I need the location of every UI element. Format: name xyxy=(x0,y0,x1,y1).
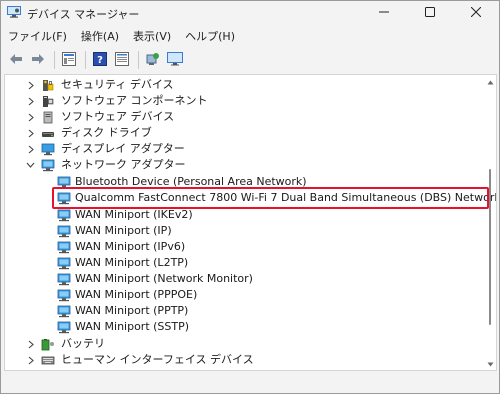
back-button[interactable] xyxy=(6,50,26,70)
tree-node-software-devices[interactable]: ソフトウェア デバイス xyxy=(5,109,483,125)
chevron-right-icon[interactable] xyxy=(26,113,35,122)
disk-drive-icon xyxy=(41,127,55,140)
properties-icon xyxy=(62,51,76,69)
minimize-button[interactable] xyxy=(361,1,407,25)
network-adapter-label: WAN Miniport (Network Monitor) xyxy=(75,272,253,285)
tree-node-label: ヒューマン インターフェイス デバイス xyxy=(61,353,254,366)
tree-node-hid[interactable]: ヒューマン インターフェイス デバイス xyxy=(5,352,483,368)
software-device-icon xyxy=(41,111,55,124)
back-arrow-icon xyxy=(9,53,23,68)
scroll-up-icon[interactable] xyxy=(486,78,494,86)
network-adapter-icon xyxy=(57,209,71,222)
network-adapter-label: WAN Miniport (IKEv2) xyxy=(75,208,193,221)
tree-node-label: ディスプレイ アダプター xyxy=(61,142,185,155)
maximize-button[interactable] xyxy=(407,1,453,25)
toolbar: ? xyxy=(1,48,499,72)
network-adapter-item[interactable]: WAN Miniport (Network Monitor) xyxy=(5,271,483,287)
toolbar-separator xyxy=(85,51,86,69)
display-adapter-icon xyxy=(41,143,55,156)
tree-node-label: ソフトウェア コンポーネント xyxy=(61,94,208,107)
network-adapter-label: WAN Miniport (PPTP) xyxy=(75,304,189,317)
close-button[interactable] xyxy=(453,1,499,25)
network-adapter-item[interactable]: WAN Miniport (SSTP) xyxy=(5,319,483,335)
network-adapter-label: WAN Miniport (IPv6) xyxy=(75,240,186,253)
device-list-icon xyxy=(115,51,129,69)
tree-node-label: ネットワーク アダプター xyxy=(61,158,186,171)
network-adapter-icon xyxy=(57,321,71,334)
scan-hardware-button[interactable] xyxy=(143,50,163,70)
menu-bar: ファイル(F) 操作(A) 表示(V) ヘルプ(H) xyxy=(1,28,242,46)
network-adapter-item[interactable]: WAN Miniport (IKEv2) xyxy=(5,207,483,223)
monitor-icon xyxy=(167,51,183,69)
vertical-scrollbar[interactable] xyxy=(484,75,496,370)
network-adapter-label: WAN Miniport (L2TP) xyxy=(75,256,189,269)
network-adapter-item[interactable]: WAN Miniport (IPv6) xyxy=(5,239,483,255)
network-adapter-icon xyxy=(57,241,71,254)
battery-icon xyxy=(41,338,55,351)
menu-action[interactable]: 操作(A) xyxy=(74,28,126,46)
chevron-right-icon[interactable] xyxy=(26,81,35,90)
hid-icon xyxy=(41,354,55,367)
monitor-button[interactable] xyxy=(165,50,185,70)
tree-node-label: ソフトウェア デバイス xyxy=(61,110,175,123)
device-manager-window: デバイス マネージャー ファイル(F) 操作(A) 表示(V) ヘルプ(H) ?… xyxy=(0,0,500,394)
help-icon: ? xyxy=(93,51,107,69)
network-adapter-label: WAN Miniport (IP) xyxy=(75,224,172,237)
menu-view[interactable]: 表示(V) xyxy=(126,28,178,46)
chevron-right-icon[interactable] xyxy=(26,97,35,106)
forward-arrow-icon xyxy=(31,53,45,68)
tree-node-display-adapters[interactable]: ディスプレイ アダプター xyxy=(5,141,483,157)
network-adapter-item[interactable]: WAN Miniport (PPPOE) xyxy=(5,287,483,303)
scan-hardware-icon xyxy=(146,52,160,69)
toolbar-separator xyxy=(54,51,55,69)
network-adapter-icon xyxy=(57,257,71,270)
chevron-right-icon[interactable] xyxy=(26,145,35,154)
minimize-icon xyxy=(379,7,389,20)
menu-file[interactable]: ファイル(F) xyxy=(1,28,74,46)
maximize-icon xyxy=(425,6,435,20)
chevron-down-icon[interactable] xyxy=(26,161,35,170)
network-adapter-item[interactable]: WAN Miniport (L2TP) xyxy=(5,255,483,271)
chevron-right-icon[interactable] xyxy=(26,356,35,365)
network-adapter-label: WAN Miniport (SSTP) xyxy=(75,320,190,333)
tree-node-label: バッテリ xyxy=(61,337,105,350)
network-adapter-item[interactable]: WAN Miniport (PPTP) xyxy=(5,303,483,319)
highlight-annotation-box xyxy=(52,187,489,209)
help-button[interactable]: ? xyxy=(90,50,110,70)
tree-node-network-adapters[interactable]: ネットワーク アダプター xyxy=(5,157,483,173)
device-list-button[interactable] xyxy=(112,50,132,70)
toolbar-separator xyxy=(138,51,139,69)
scroll-down-icon[interactable] xyxy=(486,360,494,368)
network-adapter-icon xyxy=(57,305,71,318)
security-device-icon xyxy=(41,79,55,92)
tree-node-disk-drives[interactable]: ディスク ドライブ xyxy=(5,125,483,141)
tree-node-security-devices[interactable]: セキュリティ デバイス xyxy=(5,77,483,93)
tree-node-batteries[interactable]: バッテリ xyxy=(5,336,483,352)
window-title: デバイス マネージャー xyxy=(27,8,140,21)
forward-button[interactable] xyxy=(28,50,48,70)
software-component-icon xyxy=(41,95,55,108)
status-bar xyxy=(1,373,499,393)
tree-node-label: セキュリティ デバイス xyxy=(61,78,174,91)
network-adapter-icon xyxy=(57,225,71,238)
device-manager-icon xyxy=(7,6,21,18)
chevron-right-icon[interactable] xyxy=(26,340,35,349)
menu-help[interactable]: ヘルプ(H) xyxy=(178,28,242,46)
network-adapter-icon xyxy=(57,273,71,286)
network-adapter-icon xyxy=(57,289,71,302)
tree-node-software-components[interactable]: ソフトウェア コンポーネント xyxy=(5,93,483,109)
scrollbar-thumb[interactable] xyxy=(489,169,491,325)
network-adapter-icon xyxy=(41,159,55,172)
title-bar: デバイス マネージャー xyxy=(1,1,499,25)
network-adapter-item[interactable]: WAN Miniport (IP) xyxy=(5,223,483,239)
properties-button[interactable] xyxy=(59,50,79,70)
device-tree[interactable]: セキュリティ デバイス ソフトウェア コンポーネント ソフトウェア デバイス デ… xyxy=(4,74,497,371)
close-icon xyxy=(470,6,482,20)
network-adapter-label: WAN Miniport (PPPOE) xyxy=(75,288,198,301)
svg-text:?: ? xyxy=(97,55,103,66)
tree-node-label: ディスク ドライブ xyxy=(61,126,152,139)
chevron-right-icon[interactable] xyxy=(26,129,35,138)
